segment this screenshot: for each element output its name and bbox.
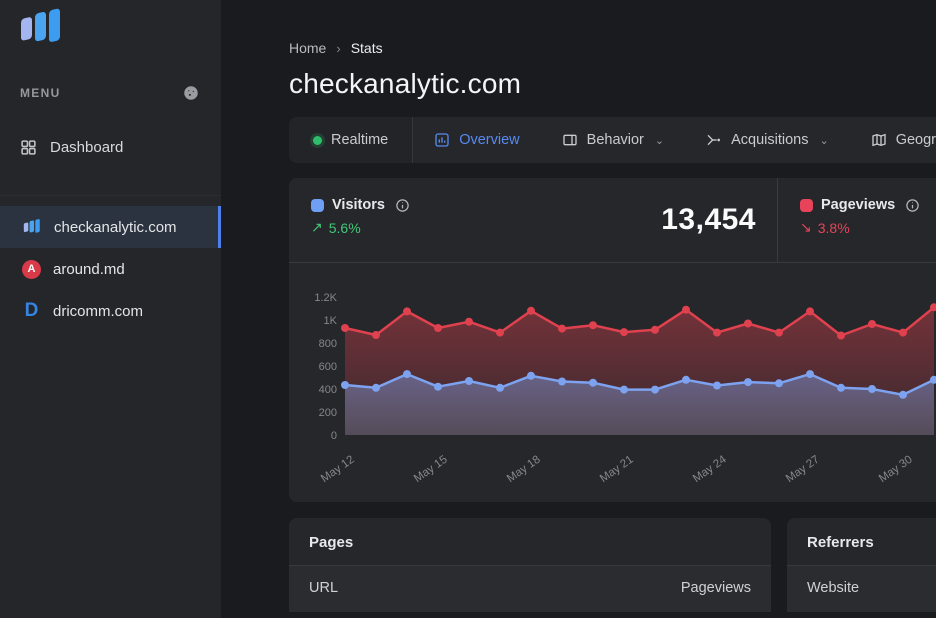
- pages-col-url: URL: [309, 580, 338, 596]
- behavior-layout-icon: [562, 132, 578, 148]
- info-icon[interactable]: [905, 198, 920, 213]
- chevron-down-icon: ⌄: [655, 134, 664, 147]
- referrers-col-website: Website: [807, 580, 859, 596]
- pageviews-change: ↘ 3.8%: [800, 219, 936, 236]
- tab-label: Geography: [896, 132, 936, 148]
- info-icon[interactable]: [395, 198, 410, 213]
- pages-col-pageviews: Pageviews: [681, 580, 751, 596]
- svg-text:May 24: May 24: [691, 453, 729, 485]
- tab-realtime[interactable]: Realtime: [289, 117, 413, 163]
- bottom-panels: Pages URL Pageviews Referrers Website: [289, 518, 936, 612]
- visitors-stat: Visitors ↗ 5.6% 13,454: [289, 178, 778, 262]
- main-content: Home › Stats checkanalytic.com Realtime: [221, 0, 936, 618]
- tab-label: Behavior: [587, 132, 644, 148]
- theme-palette-icon[interactable]: [181, 83, 201, 103]
- trend-up-icon: ↗: [311, 219, 323, 236]
- pageviews-swatch-icon: [800, 199, 813, 212]
- breadcrumb-current[interactable]: Stats: [351, 40, 383, 56]
- visitors-value: 13,454: [661, 203, 756, 237]
- referrers-panel-title: Referrers: [787, 518, 936, 565]
- app-logo: [0, 0, 221, 55]
- realtime-live-dot-icon: [313, 136, 322, 145]
- around-logo-icon: A: [22, 260, 41, 279]
- visitors-label: Visitors: [332, 197, 385, 213]
- tab-behavior[interactable]: Behavior ⌄: [541, 117, 685, 163]
- dashboard-grid-icon: [20, 139, 37, 156]
- tab-acquisitions[interactable]: Acquisitions ⌄: [685, 117, 850, 163]
- svg-text:May 12: May 12: [319, 454, 357, 485]
- tab-label: Overview: [459, 132, 519, 148]
- breadcrumb: Home › Stats: [289, 40, 936, 56]
- breadcrumb-chevron-icon: ›: [336, 41, 340, 56]
- svg-text:600: 600: [319, 361, 337, 373]
- svg-text:1K: 1K: [324, 315, 338, 327]
- site-item-label: dricomm.com: [53, 303, 143, 320]
- svg-text:May 30: May 30: [877, 454, 915, 485]
- visitors-swatch-icon: [311, 199, 324, 212]
- site-item-checkanalytic[interactable]: checkanalytic.com: [0, 206, 221, 248]
- chart-area: 0 200 400 600 800 1K 1.2K May 12 May 15 May 18 May…: [289, 263, 936, 502]
- sidebar-item-label: Dashboard: [50, 139, 123, 156]
- sidebar: MENU Dashboard: [0, 0, 221, 618]
- referrers-panel: Referrers Website: [787, 518, 936, 612]
- acquisitions-branch-icon: [706, 132, 722, 148]
- svg-text:May 27: May 27: [784, 454, 822, 485]
- svg-text:800: 800: [319, 338, 337, 350]
- tab-strip: Realtime Overview: [289, 117, 936, 163]
- stats-row: Visitors ↗ 5.6% 13,454: [289, 178, 936, 262]
- checkanalytic-logo-icon: [22, 218, 42, 236]
- svg-text:May 21: May 21: [598, 454, 636, 485]
- dricomm-logo-icon: D: [22, 302, 41, 321]
- pageviews-stat: Pageviews ↘ 3.8%: [778, 178, 936, 262]
- svg-text:May 15: May 15: [412, 454, 450, 485]
- pages-panel: Pages URL Pageviews: [289, 518, 771, 612]
- site-list: checkanalytic.com A around.md D dricomm.…: [0, 195, 221, 332]
- pages-panel-title: Pages: [289, 518, 771, 565]
- page-title: checkanalytic.com: [289, 68, 936, 100]
- tab-label: Acquisitions: [731, 132, 808, 148]
- site-item-dricomm[interactable]: D dricomm.com: [0, 290, 221, 332]
- svg-text:May 18: May 18: [505, 454, 543, 485]
- traffic-chart: 0 200 400 600 800 1K 1.2K May 12 May 15 May 18 May…: [289, 263, 936, 502]
- geography-map-icon: [871, 132, 887, 148]
- site-item-label: around.md: [53, 261, 125, 278]
- overview-chart-icon: [434, 132, 450, 148]
- pageviews-label: Pageviews: [821, 197, 895, 213]
- svg-text:200: 200: [319, 407, 337, 419]
- svg-text:0: 0: [331, 430, 337, 442]
- tab-geography[interactable]: Geography: [850, 117, 936, 163]
- tab-label: Realtime: [331, 132, 388, 148]
- menu-label: MENU: [20, 86, 61, 100]
- overview-card: Visitors ↗ 5.6% 13,454: [289, 178, 936, 502]
- app-logo-icon: [17, 6, 65, 50]
- site-item-label: checkanalytic.com: [54, 219, 177, 236]
- svg-text:1.2K: 1.2K: [314, 292, 337, 304]
- breadcrumb-home-link[interactable]: Home: [289, 40, 326, 56]
- svg-text:400: 400: [319, 384, 337, 396]
- site-item-around[interactable]: A around.md: [0, 248, 221, 290]
- sidebar-item-dashboard[interactable]: Dashboard: [0, 125, 221, 169]
- trend-down-icon: ↘: [800, 219, 812, 236]
- tab-overview[interactable]: Overview: [413, 117, 540, 163]
- chevron-down-icon: ⌄: [819, 134, 828, 147]
